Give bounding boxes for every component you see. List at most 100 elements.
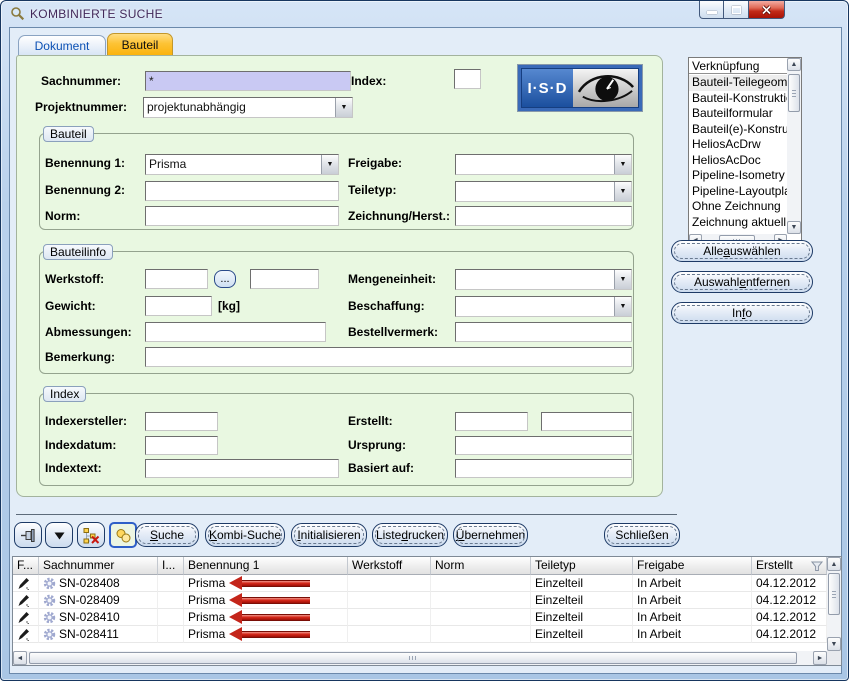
scroll-right-icon[interactable]: ►	[813, 651, 827, 665]
erstellt-input-2[interactable]	[541, 412, 632, 431]
tab-bauteil[interactable]: Bauteil	[107, 33, 173, 55]
column-header-norm[interactable]: Norm	[431, 557, 531, 575]
scroll-up-icon[interactable]: ▲	[787, 58, 801, 71]
bemerkung-input[interactable]	[145, 347, 632, 367]
info-button[interactable]: Info	[671, 302, 813, 324]
suche-button[interactable]: Suche	[135, 523, 199, 547]
index-label: Index:	[351, 71, 386, 91]
sachnummer-input[interactable]	[145, 71, 351, 91]
basiert-auf-input[interactable]	[455, 459, 632, 478]
zeichnung-herst-input[interactable]	[455, 206, 632, 226]
kombi-suche-button[interactable]: Kombi-Suche	[205, 523, 285, 547]
list-item[interactable]: Bauteilformular	[689, 106, 787, 122]
benennung2-input[interactable]	[145, 181, 339, 201]
column-header-benennung1[interactable]: Benennung 1	[184, 557, 348, 575]
chevron-down-icon[interactable]: ▼	[614, 182, 631, 201]
index-input[interactable]	[454, 69, 481, 89]
scroll-up-icon[interactable]: ▲	[827, 557, 841, 571]
table-vertical-scrollbar[interactable]: ▲ ▼	[827, 557, 841, 651]
bestellvermerk-input[interactable]	[455, 322, 632, 342]
gear-icon	[43, 577, 56, 590]
close-button[interactable]	[748, 1, 785, 19]
liste-drucken-button[interactable]: Liste drucken	[372, 523, 448, 547]
maximize-button[interactable]	[723, 1, 749, 19]
parts-selection-button[interactable]	[109, 522, 137, 548]
index-cell	[158, 575, 184, 592]
sachnummer-cell: SN-028408	[39, 575, 158, 592]
list-item[interactable]: HeliosAcDrw	[689, 137, 787, 153]
list-item[interactable]: Pipeline-Layoutplan	[689, 184, 787, 200]
erstellt-input-1[interactable]	[455, 412, 528, 431]
annotation-arrow	[242, 580, 310, 587]
list-item[interactable]: Ohne Zeichnung	[689, 199, 787, 215]
titlebar[interactable]: KOMBINIERTE SUCHE	[1, 1, 848, 27]
werkstoff-browse-button[interactable]: ...	[214, 270, 236, 288]
benennung2-label: Benennung 2:	[45, 180, 125, 200]
initialisieren-button[interactable]: Initialisieren	[291, 523, 367, 547]
werkstoff-label: Werkstoff:	[45, 269, 104, 289]
scroll-down-icon[interactable]: ▼	[787, 221, 801, 234]
ursprung-input[interactable]	[455, 436, 632, 455]
list-item[interactable]: Zeichnung aktuell	[689, 215, 787, 231]
gewicht-input[interactable]	[145, 296, 212, 316]
freigabe-label: Freigabe:	[348, 153, 402, 173]
table-row[interactable]: SN-028411 Prisma Einzelteil In Arbeit 04…	[13, 626, 827, 643]
minimize-button[interactable]	[699, 1, 724, 19]
indexersteller-input[interactable]	[145, 412, 218, 431]
freigabe-select[interactable]: ▼	[455, 154, 632, 175]
column-header-teiletyp[interactable]: Teiletyp	[531, 557, 633, 575]
uebernehmen-button[interactable]: Übernehmen	[453, 523, 528, 547]
chevron-down-icon[interactable]: ▼	[614, 270, 631, 289]
table-row[interactable]: SN-028409 Prisma Einzelteil In Arbeit 04…	[13, 592, 827, 609]
auswahl-entfernen-button[interactable]: Auswahl entfernen	[671, 271, 813, 293]
list-item[interactable]: Bauteil-Konstruktion	[689, 91, 787, 107]
column-header-erstellt[interactable]: Erstellt	[752, 557, 827, 575]
chevron-down-icon[interactable]: ▼	[321, 155, 338, 174]
norm-input[interactable]	[145, 206, 339, 226]
column-header-sachnummer[interactable]: Sachnummer	[39, 557, 158, 575]
scrollbar-thumb[interactable]	[828, 573, 840, 615]
list-item[interactable]: Bauteil-Teilegeometrie	[689, 75, 787, 91]
projektnummer-select[interactable]: projektunabhängig ▼	[143, 97, 353, 118]
column-header-i[interactable]: I...	[158, 557, 184, 575]
group-index-legend: Index	[43, 386, 86, 402]
column-header-freigabe[interactable]: Freigabe	[633, 557, 752, 575]
dialog-client-area: Dokument Bauteil Sachnummer: Index: I·S·…	[9, 27, 842, 674]
expand-results-button[interactable]	[45, 522, 73, 548]
structure-delete-button[interactable]	[77, 522, 105, 548]
beschaffung-select[interactable]: ▼	[455, 296, 632, 317]
list-item[interactable]: Pipeline-Isometry	[689, 168, 787, 184]
tab-dokument[interactable]: Dokument	[18, 35, 106, 55]
pin-button[interactable]	[14, 522, 42, 548]
werkstoff-input[interactable]	[145, 269, 208, 289]
benennung1-select[interactable]: Prisma ▼	[145, 154, 339, 175]
mengeneinheit-select[interactable]: ▼	[455, 269, 632, 290]
scrollbar-thumb[interactable]	[788, 74, 800, 112]
list-item[interactable]: HeliosAcDoc	[689, 153, 787, 169]
scrollbar-thumb[interactable]	[29, 652, 797, 664]
freigabe-cell: In Arbeit	[633, 575, 752, 592]
schliessen-button[interactable]: Schließen	[604, 523, 680, 547]
list-item[interactable]: Bauteil(e)-Konstruktion	[689, 122, 787, 138]
listbox-vertical-scrollbar[interactable]: ▲ ▼	[787, 58, 801, 234]
column-header-werkstoff[interactable]: Werkstoff	[348, 557, 431, 575]
chevron-down-icon[interactable]: ▼	[614, 297, 631, 316]
erstellt-cell: 04.12.2012	[752, 626, 827, 643]
indextext-input[interactable]	[145, 459, 339, 478]
column-header-f[interactable]: F...	[13, 557, 39, 575]
chevron-down-icon[interactable]: ▼	[614, 155, 631, 174]
norm-cell	[431, 575, 531, 592]
werkstoff-input-2[interactable]	[250, 269, 319, 289]
abmessungen-input[interactable]	[145, 322, 326, 342]
projektnummer-label: Projektnummer:	[35, 97, 127, 117]
alle-auswaehlen-button[interactable]: Alle auswählen	[671, 240, 813, 262]
chevron-down-icon[interactable]: ▼	[335, 98, 352, 117]
table-row[interactable]: SN-028408 Prisma Einzelteil In Arbeit 04…	[13, 575, 827, 592]
teiletyp-select[interactable]: ▼	[455, 181, 632, 202]
scroll-down-icon[interactable]: ▼	[827, 637, 841, 651]
table-horizontal-scrollbar[interactable]: ◄ ►	[13, 651, 827, 665]
scroll-left-icon[interactable]: ◄	[13, 651, 27, 665]
indexdatum-input[interactable]	[145, 436, 218, 455]
pin-icon	[20, 527, 37, 544]
table-row[interactable]: SN-028410 Prisma Einzelteil In Arbeit 04…	[13, 609, 827, 626]
